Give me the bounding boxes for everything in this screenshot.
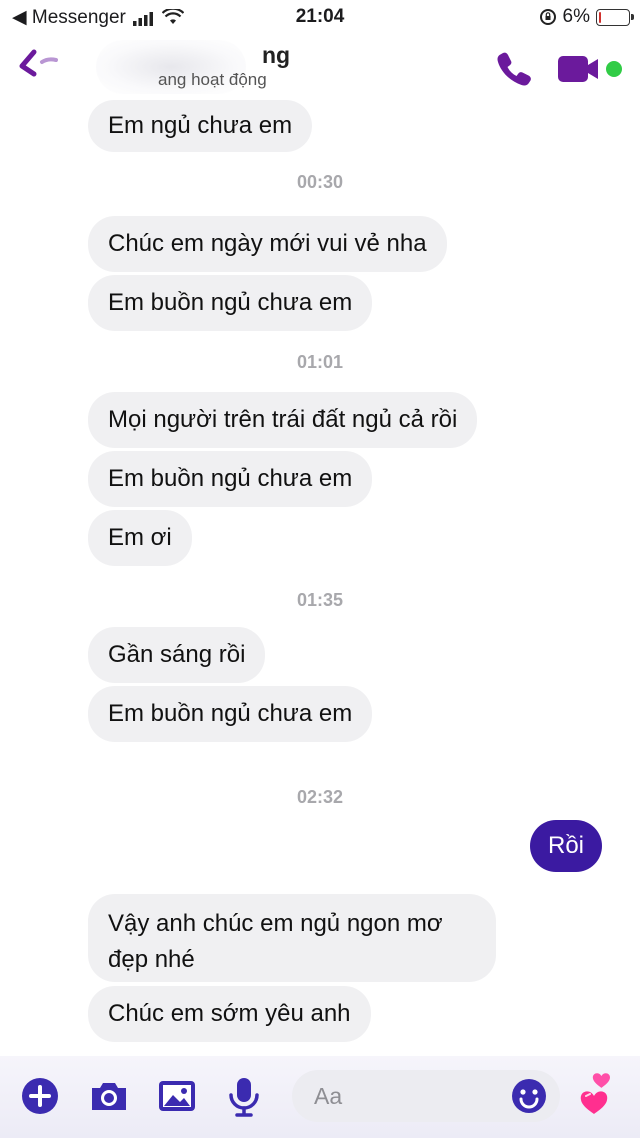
camera-icon — [92, 1083, 126, 1110]
battery-level — [599, 11, 601, 23]
message-received[interactable]: Gần sáng rồi — [88, 627, 266, 683]
image-icon — [159, 1081, 195, 1111]
battery-percent: 6% — [562, 6, 590, 27]
back-to-app-link[interactable]: ◀ Messenger — [12, 6, 126, 29]
more-actions-button[interactable] — [20, 1076, 60, 1116]
message-received[interactable]: Em buồn ngủ chưa em — [88, 275, 373, 331]
message-received[interactable]: Em ơi — [88, 510, 192, 566]
orientation-lock-icon — [539, 9, 556, 25]
emoji-icon — [512, 1079, 546, 1113]
timestamp: 02:32 — [296, 787, 344, 807]
voice-record-button[interactable] — [226, 1076, 266, 1117]
timestamp: 01:35 — [296, 590, 344, 610]
plus-icon — [22, 1078, 58, 1114]
camera-button[interactable] — [88, 1076, 128, 1116]
wifi-icon — [161, 9, 184, 24]
message-list[interactable]: Em ngủ chưa em 00:30 Chúc em ngày mới vu… — [0, 100, 640, 1052]
contact-name[interactable]: ng — [262, 42, 290, 69]
composer-bar: Aa — [0, 1056, 640, 1138]
gallery-button[interactable] — [156, 1076, 196, 1116]
hearts-icon — [580, 1073, 610, 1114]
message-received[interactable]: Vậy anh chúc em ngủ ngon mơ đẹp nhé — [88, 894, 496, 982]
battery-icon — [596, 8, 634, 26]
back-button[interactable] — [14, 44, 64, 84]
message-input-placeholder: Aa — [314, 1083, 343, 1109]
message-received[interactable]: Mọi người trên trái đất ngủ cả rồi — [88, 392, 478, 448]
video-camera-icon — [558, 56, 622, 82]
back-icon — [19, 49, 58, 77]
message-input[interactable]: Aa — [292, 1070, 560, 1122]
emoji-button[interactable] — [510, 1077, 548, 1115]
timestamp: 01:01 — [296, 352, 344, 372]
message-received[interactable]: Em ngủ chưa em — [88, 100, 313, 152]
active-status: ang hoạt động — [158, 70, 267, 89]
phone-icon — [497, 52, 531, 86]
message-received[interactable]: Em buồn ngủ chưa em — [88, 451, 373, 507]
video-call-button[interactable] — [556, 52, 628, 88]
status-bar: ◀ Messenger 21:04 6% — [0, 0, 640, 34]
signal-icon — [132, 11, 153, 26]
microphone-icon — [229, 1078, 259, 1117]
voice-call-button[interactable] — [494, 48, 534, 88]
conversation-header: ng ang hoạt động — [0, 34, 640, 102]
message-received[interactable]: Chúc em sớm yêu anh — [88, 986, 371, 1042]
quick-reaction-button[interactable] — [576, 1072, 622, 1118]
message-received[interactable]: Em buồn ngủ chưa em — [88, 686, 373, 742]
message-received[interactable]: Chúc em ngày mới vui vẻ nha — [88, 216, 447, 272]
timestamp: 00:30 — [296, 172, 344, 192]
message-sent[interactable]: Rồi — [529, 820, 602, 872]
online-dot — [606, 61, 622, 77]
